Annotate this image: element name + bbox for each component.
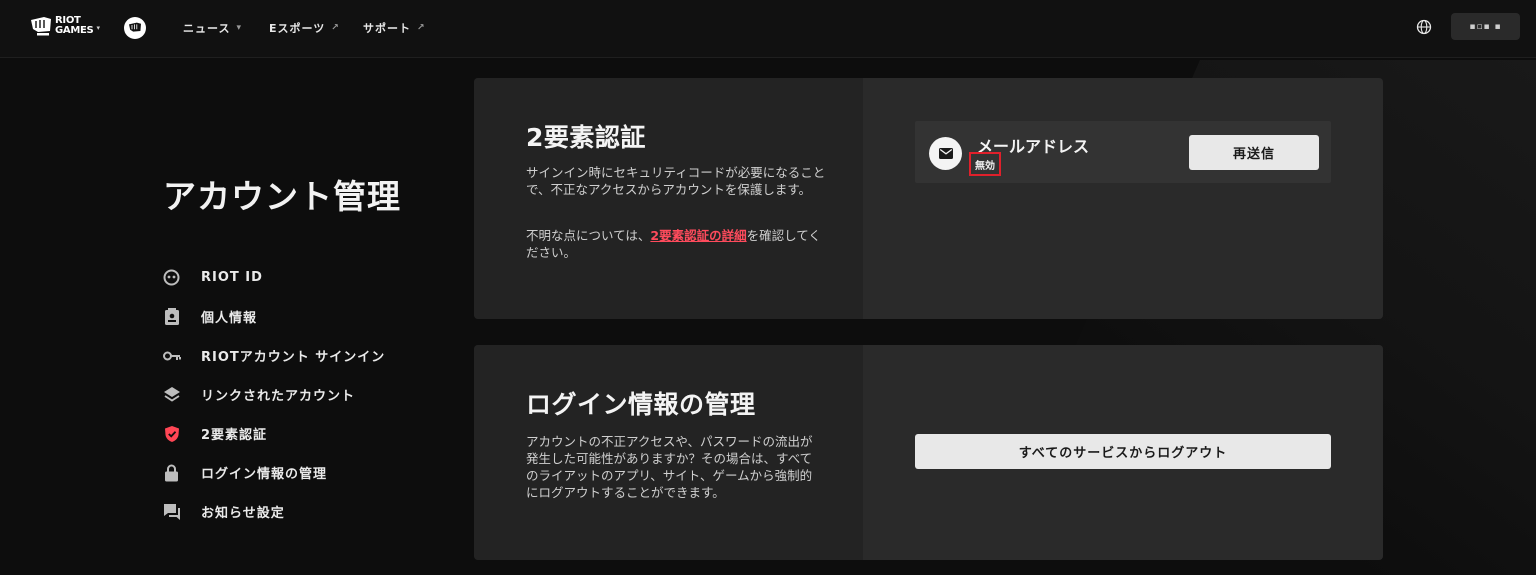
logout-all-button[interactable]: すべてのサービスからログアウト	[915, 434, 1331, 469]
user-menu-button[interactable]: ▪▫▪ ▪	[1451, 13, 1520, 40]
status-badge: 無効	[969, 152, 1001, 176]
two-factor-help-text: 不明な点については、2要素認証の詳細を確認してください。	[526, 227, 826, 261]
login-management-title: ログイン情報の管理	[526, 390, 756, 419]
riot-games-logo[interactable]: RIOT GAMES ▾	[30, 16, 100, 36]
key-icon	[162, 346, 181, 365]
riot-client-button[interactable]	[124, 17, 146, 39]
login-management-info: ログイン情報の管理 アカウントの不正アクセスや、パスワードの流出が発生した可能性…	[474, 345, 863, 560]
two-factor-settings: メールアドレス 無効 再送信	[863, 78, 1383, 319]
sidebar-item-linked-accounts[interactable]: リンクされたアカウント	[162, 385, 355, 404]
sidebar-item-login-management[interactable]: ログイン情報の管理	[162, 463, 327, 482]
sidebar-item-label: RIOTアカウント サインイン	[201, 350, 386, 365]
top-navigation: RIOT GAMES ▾ ニュース ▾ Eスポーツ ↗ サポート ↗ ▪▫▪ ▪	[0, 0, 1536, 58]
id-card-icon	[162, 307, 181, 326]
sidebar-item-notifications[interactable]: お知らせ設定	[162, 502, 285, 521]
login-management-actions: すべてのサービスからログアウト	[863, 345, 1383, 560]
email-method-row: メールアドレス 無効 再送信	[915, 121, 1331, 183]
nav-esports-label: Eスポーツ	[269, 22, 326, 35]
external-link-icon: ↗	[417, 23, 426, 33]
logo-wordmark: RIOT GAMES	[55, 15, 94, 36]
riot-fist-icon	[129, 22, 141, 32]
user-name: ▪▫▪ ▪	[1469, 21, 1502, 32]
two-factor-info: 2要素認証 サインイン時にセキュリティコードが必要になることで、不正なアクセスか…	[474, 78, 863, 319]
sidebar-item-label: RIOT ID	[201, 270, 263, 285]
mail-icon	[929, 137, 962, 170]
globe-icon[interactable]	[1416, 19, 1432, 35]
page-title: アカウント管理	[163, 177, 401, 216]
login-management-description: アカウントの不正アクセスや、パスワードの流出が発生した可能性がありますか？その場…	[526, 434, 813, 500]
status-text: 無効	[975, 160, 995, 172]
nav-support[interactable]: サポート ↗	[363, 20, 426, 36]
two-factor-title: 2要素認証	[526, 123, 646, 152]
riot-id-icon	[162, 268, 181, 287]
chevron-down-icon: ▾	[96, 24, 100, 32]
shield-icon	[162, 424, 181, 443]
sidebar-item-label: 2要素認証	[201, 428, 268, 443]
sidebar-item-label: 個人情報	[201, 311, 258, 326]
chevron-down-icon: ▾	[236, 23, 242, 33]
lock-icon	[162, 463, 181, 482]
sidebar-item-two-factor[interactable]: 2要素認証	[162, 424, 267, 443]
chat-icon	[162, 502, 181, 521]
sidebar-item-label: お知らせ設定	[201, 506, 285, 521]
layers-icon	[162, 385, 181, 404]
nav-news[interactable]: ニュース ▾	[183, 20, 242, 36]
sidebar-item-riot-id[interactable]: RIOT ID	[162, 268, 263, 287]
resend-button[interactable]: 再送信	[1189, 135, 1319, 170]
riot-fist-icon	[31, 17, 51, 36]
two-factor-description: サインイン時にセキュリティコードが必要になることで、不正なアクセスからアカウント…	[526, 165, 826, 197]
sidebar-item-label: ログイン情報の管理	[201, 467, 328, 482]
sidebar-item-personal-info[interactable]: 個人情報	[162, 307, 257, 326]
nav-news-label: ニュース	[183, 22, 231, 35]
nav-support-label: サポート	[363, 22, 411, 35]
nav-esports[interactable]: Eスポーツ ↗	[269, 20, 340, 36]
login-management-card: ログイン情報の管理 アカウントの不正アクセスや、パスワードの流出が発生した可能性…	[474, 345, 1383, 560]
two-factor-details-link[interactable]: 2要素認証の詳細	[650, 228, 746, 243]
external-link-icon: ↗	[331, 23, 340, 33]
help-prefix: 不明な点については、	[526, 228, 651, 243]
sidebar-item-signin[interactable]: RIOTアカウント サインイン	[162, 346, 385, 365]
sidebar-item-label: リンクされたアカウント	[201, 389, 356, 404]
account-page: RIOT GAMES ▾ ニュース ▾ Eスポーツ ↗ サポート ↗ ▪▫▪ ▪…	[0, 0, 1536, 575]
two-factor-card: 2要素認証 サインイン時にセキュリティコードが必要になることで、不正なアクセスか…	[474, 78, 1383, 319]
